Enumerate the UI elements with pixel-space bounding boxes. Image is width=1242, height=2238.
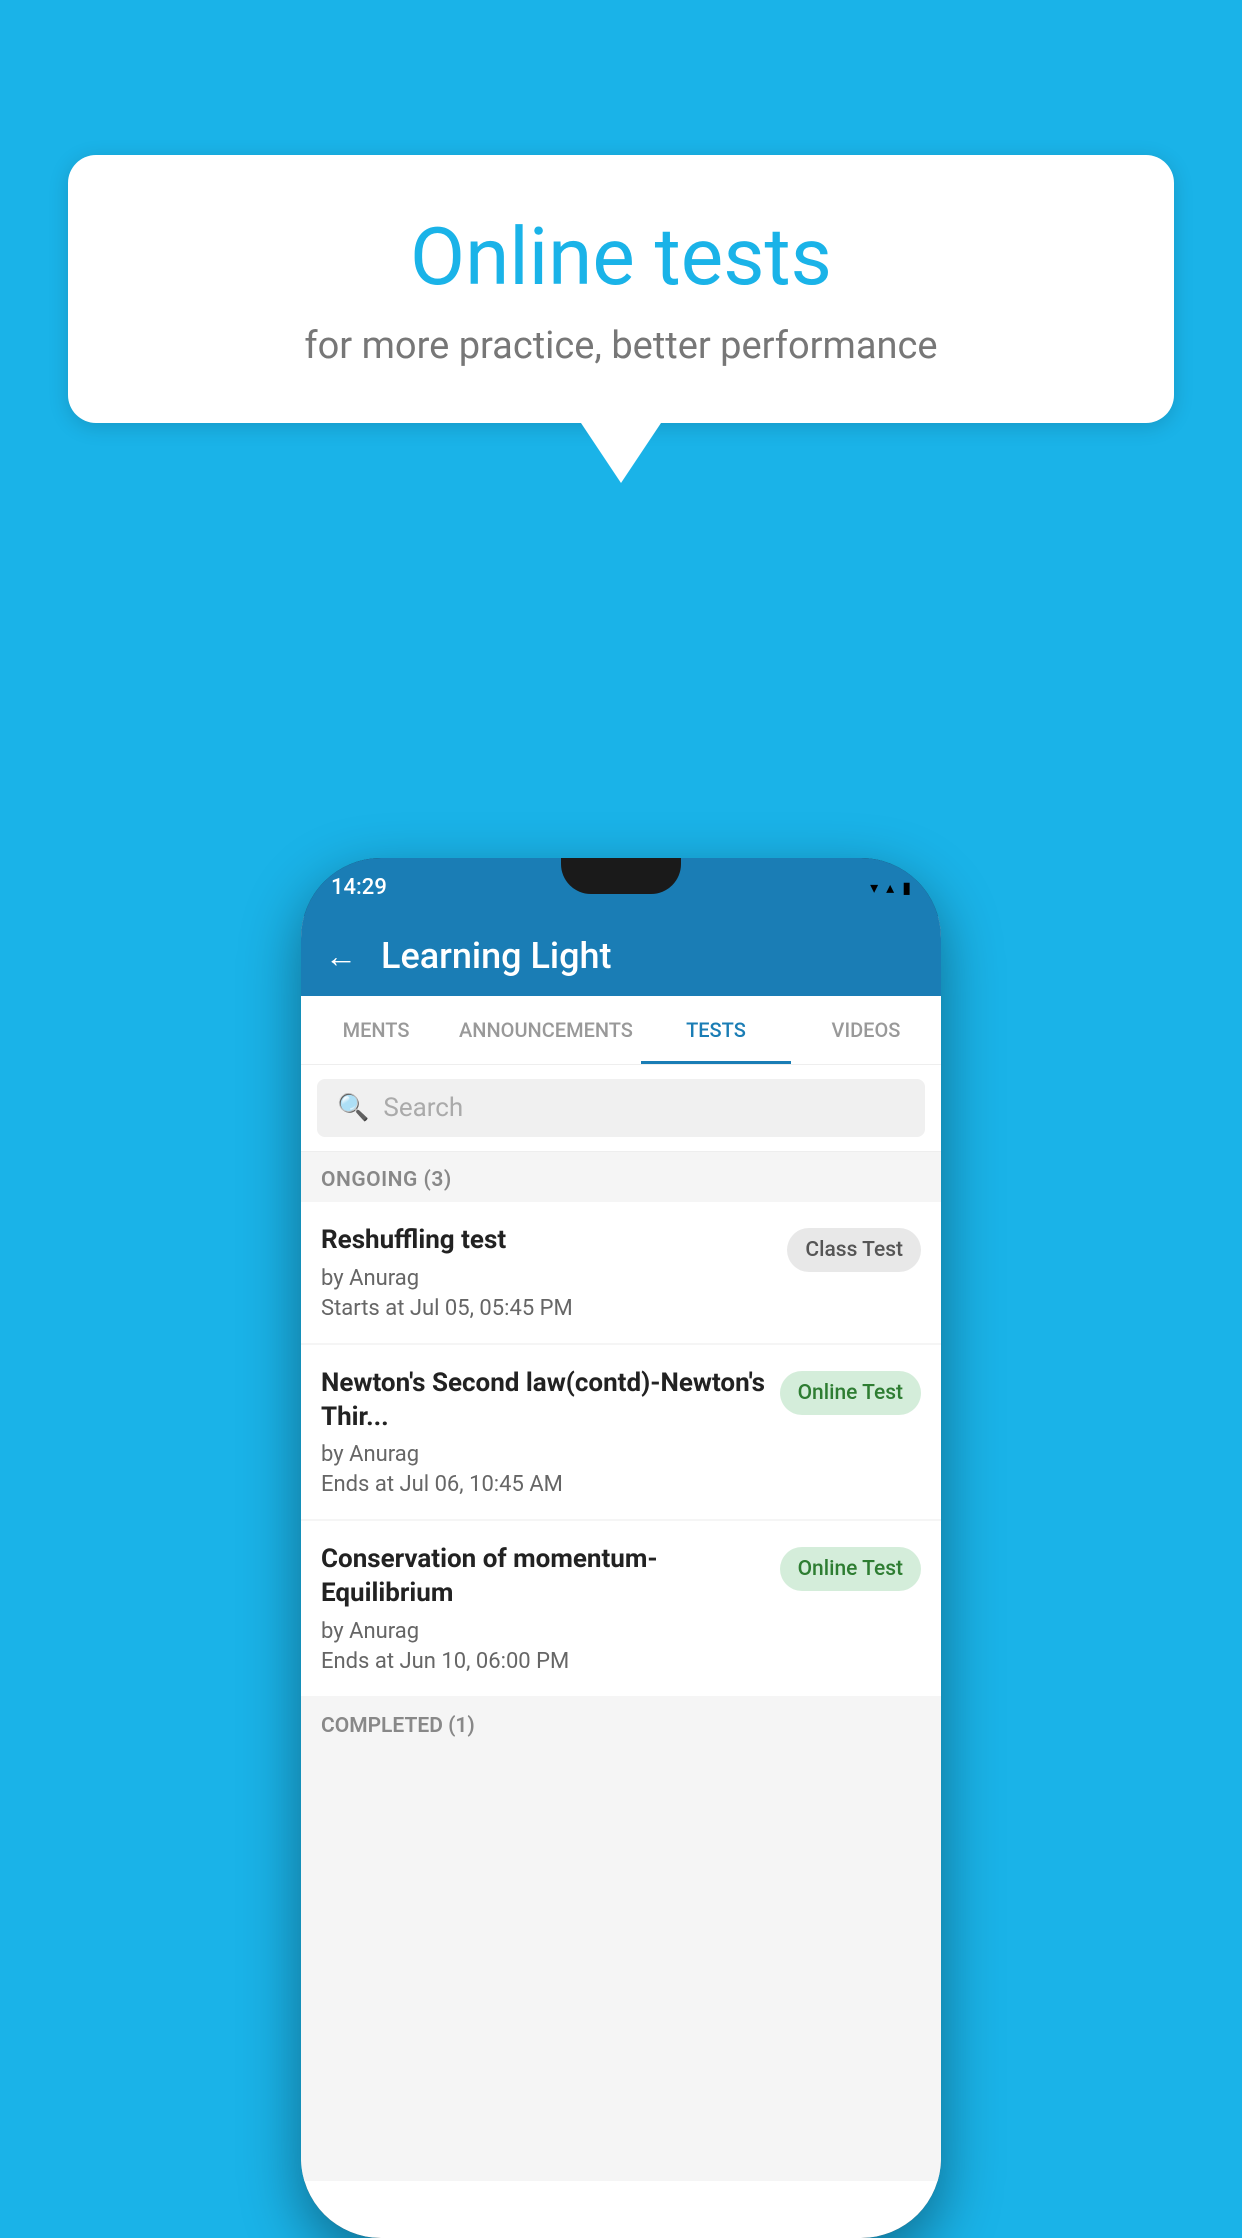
test-badge-3: Online Test — [780, 1547, 921, 1591]
test-title-2: Newton's Second law(contd)-Newton's Thir… — [321, 1367, 766, 1435]
test-card-left-1: Reshuffling test by Anurag Starts at Jul… — [321, 1224, 787, 1321]
speech-bubble-tail — [581, 423, 661, 483]
test-date-3: Ends at Jun 10, 06:00 PM — [321, 1649, 766, 1674]
phone-screen: ← Learning Light MENTS ANNOUNCEMENTS TES… — [301, 916, 941, 2238]
app-bar: ← Learning Light — [301, 916, 941, 996]
back-button[interactable]: ← — [325, 937, 357, 975]
search-icon: 🔍 — [337, 1093, 369, 1123]
test-author-1: by Anurag — [321, 1266, 773, 1291]
tab-ments[interactable]: MENTS — [301, 996, 451, 1064]
status-bar: 14:29 ▾ ▴ ▮ — [301, 858, 941, 916]
test-card-3[interactable]: Conservation of momentum-Equilibrium by … — [301, 1521, 941, 1696]
speech-bubble: Online tests for more practice, better p… — [68, 155, 1174, 423]
test-author-3: by Anurag — [321, 1619, 766, 1644]
test-date-1: Starts at Jul 05, 05:45 PM — [321, 1296, 773, 1321]
status-time: 14:29 — [331, 875, 387, 900]
phone-notch — [561, 858, 681, 894]
battery-icon: ▮ — [902, 878, 911, 897]
search-bar[interactable]: 🔍 Search — [317, 1079, 925, 1137]
test-badge-2: Online Test — [780, 1371, 921, 1415]
test-date-2: Ends at Jul 06, 10:45 AM — [321, 1472, 766, 1497]
screen-content: 🔍 Search ONGOING (3) Reshuffling test by… — [301, 1065, 941, 2181]
phone-frame: 14:29 ▾ ▴ ▮ ← Learning Light MENTS ANNOU… — [301, 858, 941, 2238]
test-title-3: Conservation of momentum-Equilibrium — [321, 1543, 766, 1611]
ongoing-section-header: ONGOING (3) — [301, 1152, 941, 1202]
tab-announcements[interactable]: ANNOUNCEMENTS — [451, 996, 641, 1064]
completed-section-header: COMPLETED (1) — [301, 1698, 941, 1748]
speech-bubble-subtitle: for more practice, better performance — [128, 324, 1114, 368]
search-placeholder: Search — [383, 1093, 463, 1123]
test-title-1: Reshuffling test — [321, 1224, 773, 1258]
tab-bar: MENTS ANNOUNCEMENTS TESTS VIDEOS — [301, 996, 941, 1065]
search-container: 🔍 Search — [301, 1065, 941, 1152]
app-bar-title: Learning Light — [381, 935, 611, 977]
tab-tests[interactable]: TESTS — [641, 996, 791, 1064]
tab-videos[interactable]: VIDEOS — [791, 996, 941, 1064]
signal-icon: ▴ — [886, 878, 894, 897]
status-icons: ▾ ▴ ▮ — [870, 878, 911, 897]
test-card-left-3: Conservation of momentum-Equilibrium by … — [321, 1543, 780, 1674]
test-card-left-2: Newton's Second law(contd)-Newton's Thir… — [321, 1367, 780, 1498]
speech-bubble-container: Online tests for more practice, better p… — [68, 155, 1174, 483]
test-card-2[interactable]: Newton's Second law(contd)-Newton's Thir… — [301, 1345, 941, 1520]
test-badge-1: Class Test — [787, 1228, 921, 1272]
test-author-2: by Anurag — [321, 1442, 766, 1467]
wifi-icon: ▾ — [870, 878, 878, 897]
test-card-1[interactable]: Reshuffling test by Anurag Starts at Jul… — [301, 1202, 941, 1343]
speech-bubble-title: Online tests — [128, 210, 1114, 304]
